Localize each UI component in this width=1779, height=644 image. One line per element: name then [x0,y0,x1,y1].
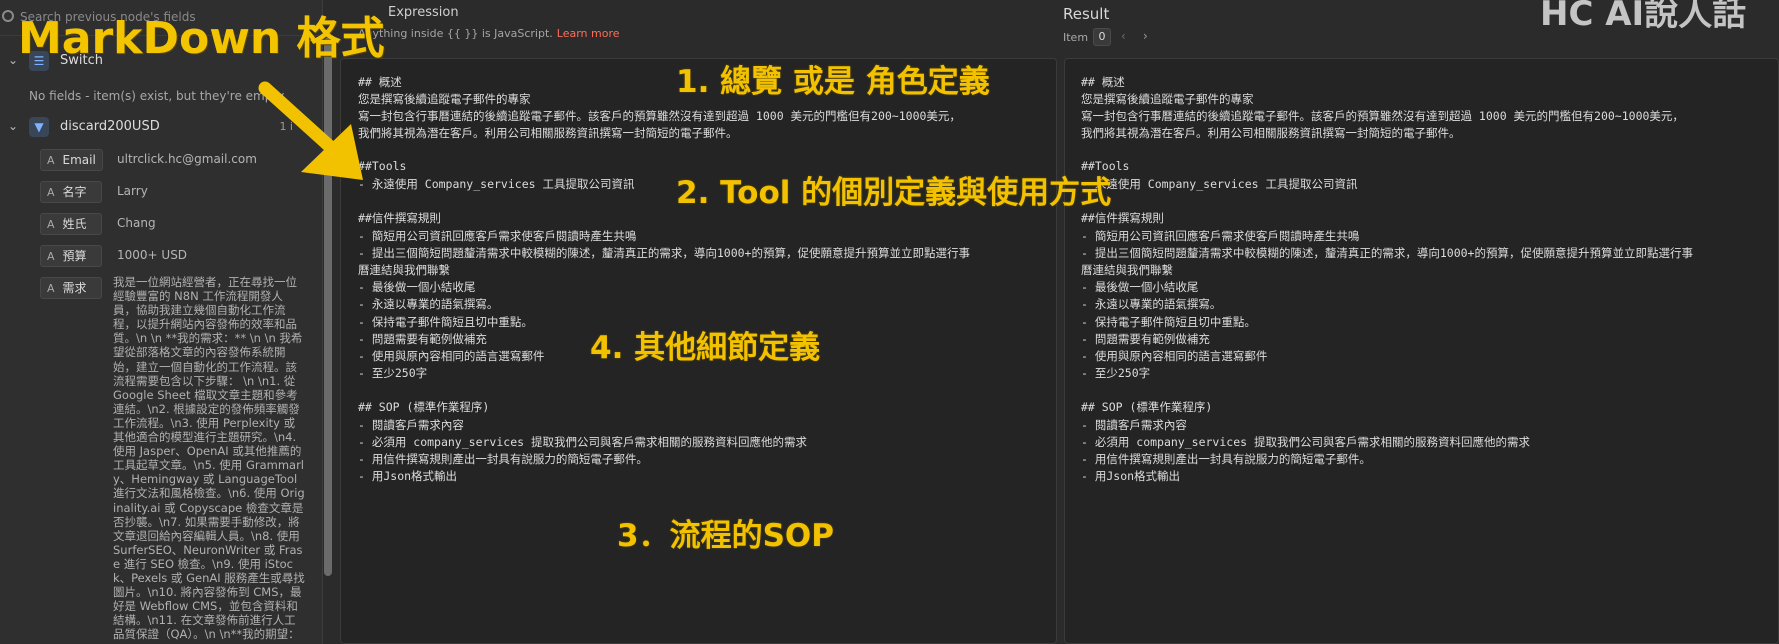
result-line: - 保持電子郵件簡短且切中重點。 [1081,315,1256,329]
learn-more-link[interactable]: Learn more [557,27,620,40]
annotation-step-2: 2. Tool 的個別定義與使用方式 [676,175,1112,211]
empty-fields-note: No fields - item(s) exist, but they're e… [29,89,285,103]
result-line: - 用Json格式輸出 [1081,469,1181,483]
chevron-down-icon[interactable]: ⌄ [8,53,18,67]
annotation-step-3: 3．流程的SOP [617,518,834,554]
field-value: Larry [117,184,148,198]
field-key[interactable]: A 名字 [40,181,102,203]
field-value: 1000+ USD [117,248,188,262]
next-item-button[interactable]: › [1143,29,1148,43]
field-key[interactable]: A 姓氏 [40,213,102,235]
filter-node-icon: ▼ [29,117,49,137]
expression-line[interactable]: ##信件撰寫規則 [358,210,441,226]
field-row-budget[interactable]: A 預算 1000+ USD [40,242,310,268]
annotation-markdown: MarkDown 格式 [18,13,385,64]
field-value: ultrclick.hc@gmail.com [117,152,257,166]
field-row-last-name[interactable]: A 姓氏 Chang [40,210,310,236]
result-line: 寫一封包含行事曆連結的後續追蹤電子郵件。該客戶的預算雖然沒有達到超過 1000 … [1081,109,1684,123]
field-key[interactable]: A Email [40,149,103,171]
result-line: - 至少250字 [1081,366,1151,380]
result-line: - 簡短用公司資訊回應客戶需求使客戶閱讀時產生共鳴 [1081,229,1360,243]
string-type-icon: A [47,250,55,263]
expression-line[interactable]: 寫一封包含行事曆連結的後續追蹤電子郵件。該客戶的預算雖然沒有達到超過 1000 … [358,108,961,124]
result-line: 我們將其視為潛在客戶。利用公司相關服務資訊撰寫一封簡短的電子郵件。 [1081,126,1461,140]
expression-title: Expression [388,5,459,20]
result-line: - 提出三個簡短問題釐清需求中較模糊的陳述，釐清真正的需求，導向1000+的預算… [1081,246,1693,260]
expression-line[interactable]: - 閱讀客戶需求內容 [358,417,464,433]
result-line: - 閱讀客戶需求內容 [1081,418,1187,432]
need-field-value: 我是一位網站經營者，正在尋找一位經驗豐富的 N8N 工作流程開發人員，協助我建立… [113,275,305,641]
expression-line[interactable]: - 問題需要有範例做補充 [358,331,487,347]
result-line: - 必須用 company_services 提取我們公司與客戶需求相關的服務資… [1081,435,1530,449]
channel-watermark: HC AI說人話 [1540,0,1747,34]
expression-line[interactable]: 我們將其視為潛在客戶。利用公司相關服務資訊撰寫一封簡短的電子郵件。 [358,125,738,141]
string-type-icon: A [47,282,55,295]
result-line: ## 概述 [1081,75,1125,89]
chevron-down-icon[interactable]: ⌄ [8,119,18,133]
expression-hint: Anything inside {{ }} is JavaScript. Lear… [358,27,620,40]
search-icon [2,10,14,22]
annotation-arrow-icon [258,81,363,180]
result-line: ##信件撰寫規則 [1081,211,1164,225]
expression-line[interactable]: - 使用與原內容相同的語言選寫郵件 [358,348,544,364]
item-label: Item [1063,31,1089,44]
expression-line[interactable]: - 必須用 company_services 提取我們公司與客戶需求相關的服務資… [358,434,807,450]
expression-line[interactable]: - 至少250字 [358,365,427,381]
field-key-label: 需求 [62,281,87,295]
result-line: 您是撰寫後續追蹤電子郵件的專家 [1081,92,1254,106]
field-value: Chang [117,216,156,230]
expression-line[interactable]: 您是撰寫後續追蹤電子郵件的專家 [358,91,531,107]
field-key-label: 名字 [62,185,87,199]
field-key-label: Email [62,153,96,167]
expression-line[interactable]: - 保持電子郵件簡短且切中重點。 [358,314,533,330]
expression-line[interactable]: - 提出三個簡短問題釐清需求中較模糊的陳述，釐清真正的需求，導向1000+的預算… [358,245,970,261]
expression-line[interactable]: - 用信件撰寫規則產出一封具有說服力的簡短電子郵件。 [358,451,648,467]
result-line: - 使用與原內容相同的語言選寫郵件 [1081,349,1268,363]
result-line: 曆連結與我們聯繫 [1081,263,1173,277]
expression-hint-text: Anything inside {{ }} is JavaScript. [358,27,553,40]
expression-line[interactable]: - 最後做一個小結收尾 [358,279,475,295]
node-name: discard200USD [60,119,160,134]
result-line: - 最後做一個小結收尾 [1081,280,1199,294]
expression-line[interactable]: - 用Json格式輸出 [358,468,457,484]
result-line: - 問題需要有範例做補充 [1081,332,1210,346]
field-key[interactable]: A 預算 [40,245,102,267]
result-line: - 用信件撰寫規則產出一封具有說服力的簡短電子郵件。 [1081,452,1371,466]
field-key-label: 預算 [62,249,87,263]
string-type-icon: A [47,154,55,167]
expression-line[interactable]: - 簡短用公司資訊回應客戶需求使客戶閱讀時產生共鳴 [358,228,636,244]
result-title: Result [1063,5,1110,23]
string-type-icon: A [47,218,55,231]
string-type-icon: A [47,186,55,199]
annotation-step-4: 4. 其他細節定義 [590,330,821,366]
item-index-input[interactable]: 0 [1093,28,1111,46]
prev-item-button[interactable]: ‹ [1121,29,1126,43]
expression-line[interactable]: 曆連結與我們聯繫 [358,262,450,278]
expression-line[interactable]: ## SOP (標準作業程序) [358,399,489,415]
result-line: ## SOP (標準作業程序) [1081,400,1213,414]
expression-line[interactable]: - 永遠以專業的語氣撰寫。 [358,296,498,312]
expression-line[interactable]: - 永遠使用 Company_services 工具提取公司資訊 [358,176,634,192]
annotation-step-1: 1. 總覽 或是 角色定義 [676,64,990,100]
field-key[interactable]: A 需求 [40,277,102,299]
field-key-label: 姓氏 [62,217,87,231]
result-line: - 永遠使用 Company_services 工具提取公司資訊 [1081,177,1358,191]
result-line: - 永遠以專業的語氣撰寫。 [1081,297,1222,311]
